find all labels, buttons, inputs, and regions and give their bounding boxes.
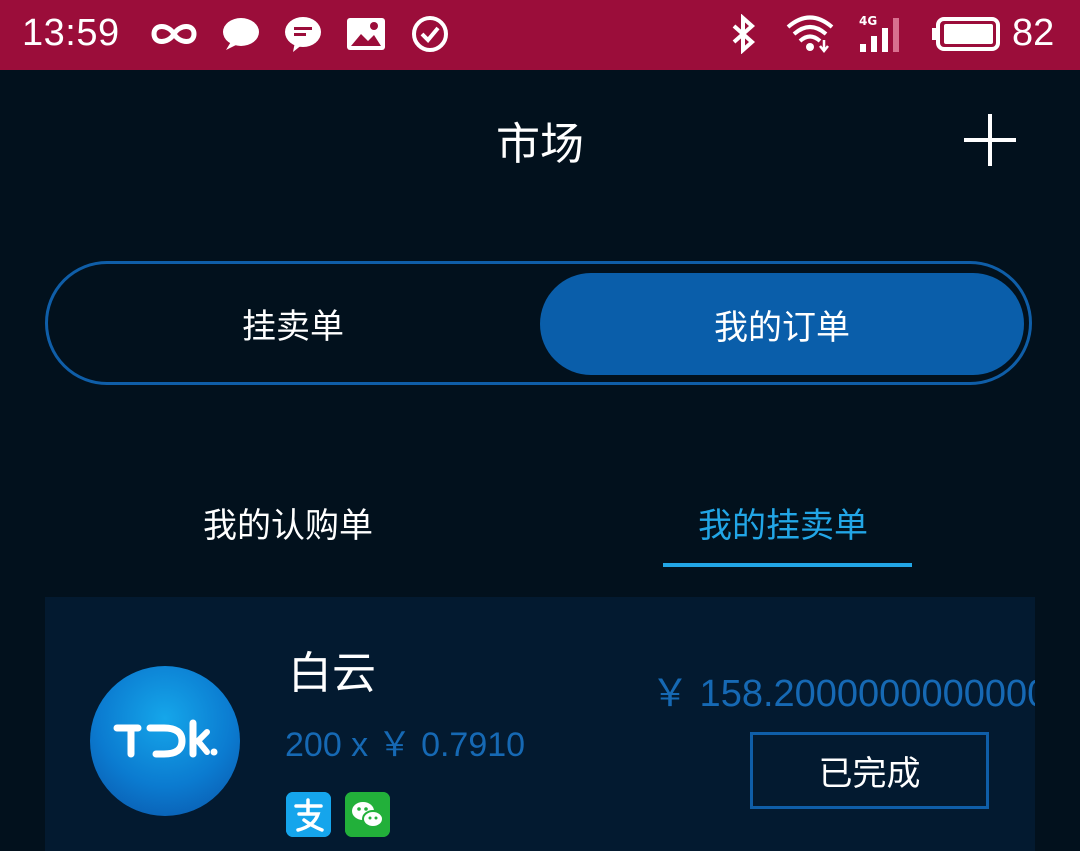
infinity-icon xyxy=(151,24,197,44)
status-completed-button[interactable]: 已完成 xyxy=(750,732,989,809)
order-total: ￥ 158.2000000000000 xyxy=(651,673,1035,715)
subtab-my-sell-orders[interactable]: 我的挂卖单 xyxy=(698,498,868,547)
chat-bubble-icon xyxy=(223,18,259,50)
image-icon xyxy=(347,18,385,50)
subtab-my-subscriptions[interactable]: 我的认购单 xyxy=(203,498,373,547)
bluetooth-icon xyxy=(732,14,756,54)
signal-4g-icon: 4G xyxy=(859,14,899,52)
check-circle-icon xyxy=(412,16,448,52)
order-name: 白云 xyxy=(288,648,376,699)
tab-sell-orders[interactable]: 挂卖单 xyxy=(48,264,538,382)
wechat-pay-icon xyxy=(345,792,390,837)
segmented-control: 挂卖单 我的订单 xyxy=(45,261,1032,385)
status-bar: 13:59 4G 82 xyxy=(0,0,1080,70)
tab-my-orders[interactable]: 我的订单 xyxy=(540,273,1024,375)
order-card[interactable]: 白云 200 x ￥ 0.7910 ￥ 158.2000000000000 已完… xyxy=(45,597,1035,851)
plus-icon[interactable] xyxy=(958,108,1022,172)
page-title: 市场 xyxy=(496,119,584,170)
order-quantity-price: 200 x ￥ 0.7910 xyxy=(285,726,526,764)
active-tab-indicator xyxy=(663,563,912,567)
battery-level: 82 xyxy=(1012,12,1055,54)
wifi-icon xyxy=(786,15,834,54)
message-icon xyxy=(285,17,321,52)
battery-icon xyxy=(932,17,1000,51)
tdk-logo-icon xyxy=(113,719,218,758)
svg-text:4G: 4G xyxy=(859,14,877,28)
avatar xyxy=(90,666,240,816)
status-time: 13:59 xyxy=(22,12,120,54)
alipay-icon xyxy=(286,792,331,837)
